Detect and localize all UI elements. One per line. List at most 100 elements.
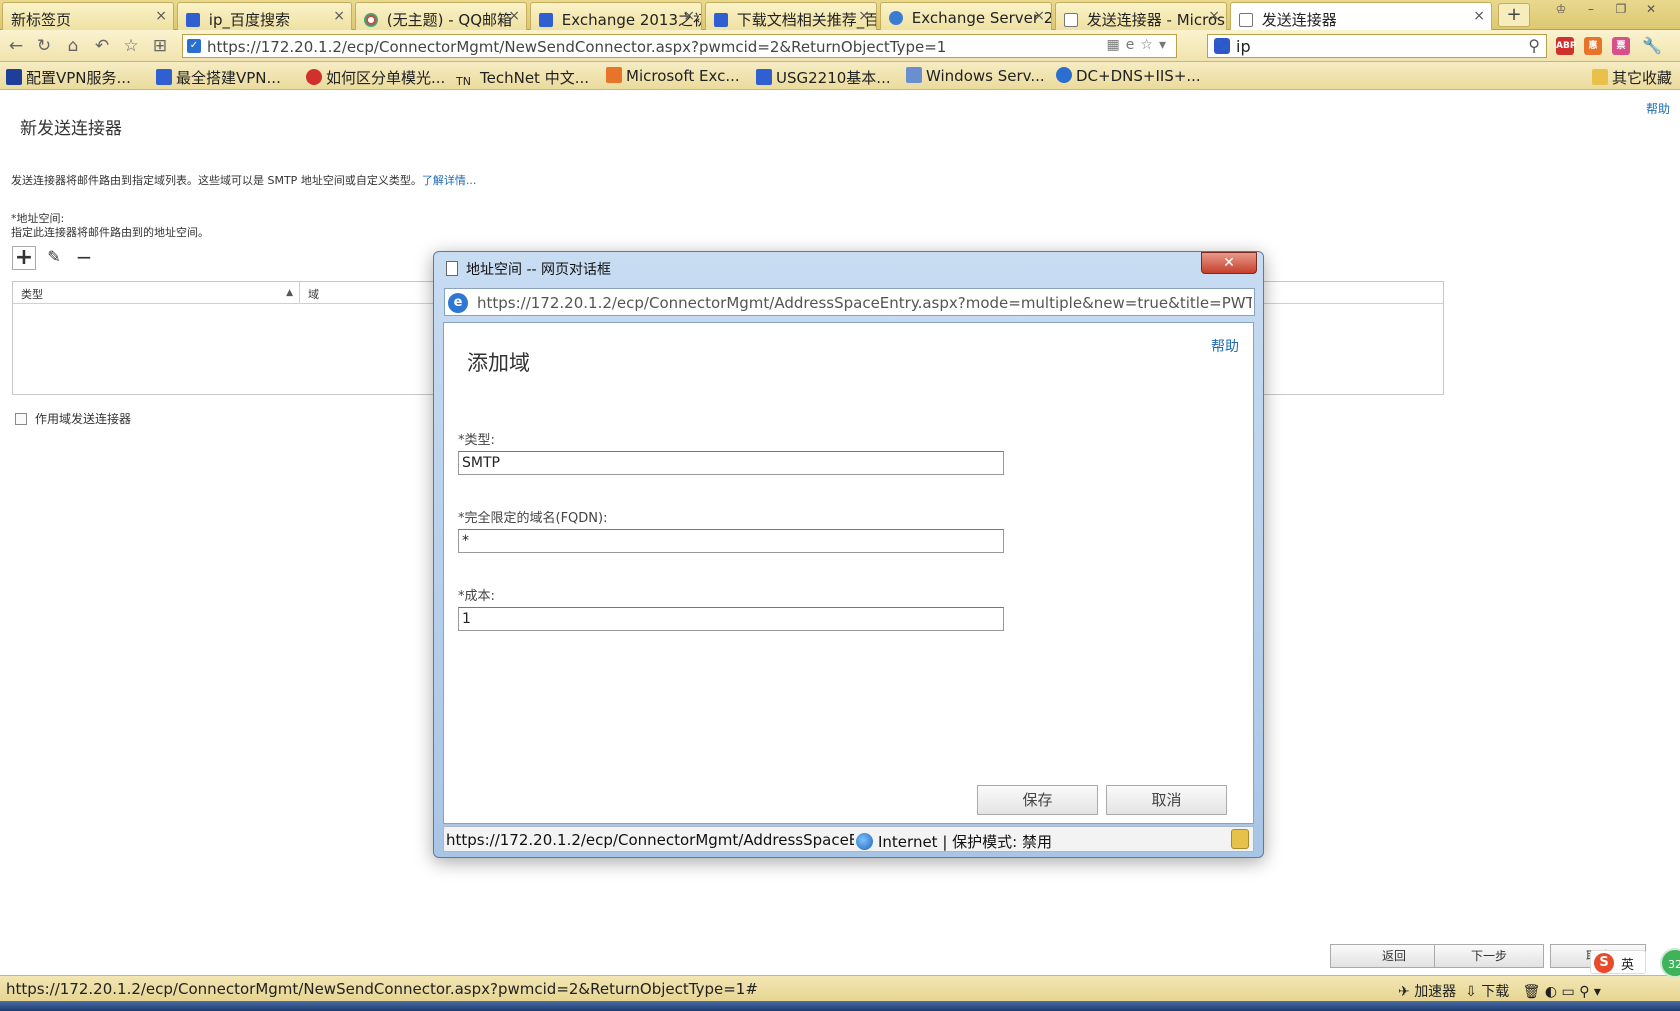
bookmark-star-icon[interactable]: ☆ [1140,37,1159,53]
apps-grid-icon[interactable]: ⊞ [149,35,171,57]
column-label: 域 [308,288,319,301]
remove-icon[interactable]: − [72,246,96,270]
next-button[interactable]: 下一步 [1434,944,1544,968]
ie-mode-icon[interactable]: e [1126,37,1141,53]
bookmark-item[interactable]: DC+DNS+IIS+... [1056,67,1201,85]
dialog-titlebar: 地址空间 -- 网页对话框 [446,259,611,279]
close-tab-icon[interactable]: × [683,8,695,24]
lock-icon[interactable] [1231,829,1249,849]
tab-new-tab-page[interactable]: 新标签页 × [2,2,174,30]
dialog-cancel-button[interactable]: 取消 [1106,785,1227,815]
tab-bar: 新标签页 × ip_百度搜索 × (无主题) - QQ邮箱 × Exchange… [0,0,1680,30]
close-tab-icon[interactable]: × [333,8,345,24]
dropdown-arrow-icon[interactable]: ▾ [1159,37,1172,53]
bookmark-item[interactable]: Windows Serv... [906,67,1045,85]
close-tab-icon[interactable]: × [508,8,520,24]
tab-label: (无主题) - QQ邮箱 [386,11,513,29]
minimize-icon[interactable]: – [1580,2,1602,18]
security-zone: Internet | 保护模式: 禁用 [856,831,1052,852]
tab-label: 下载文档相关推荐_百 [736,11,877,29]
globe-icon [856,833,873,850]
status-icons[interactable]: 🗑 ◐ ▭ ⚲ ▾ [1523,984,1601,1000]
vpn-icon [6,69,22,85]
dialog-close-button[interactable]: ✕ [1201,252,1257,274]
ime-language: 英 [1621,958,1635,973]
close-tab-icon[interactable]: × [1208,8,1220,24]
type-input[interactable] [458,451,1004,475]
bookmark-label: TechNet 中文... [480,69,589,87]
tab-download-docs[interactable]: 下载文档相关推荐_百 × [705,2,877,30]
help-link[interactable]: 帮助 [1646,100,1670,117]
close-tab-icon[interactable]: × [858,8,870,24]
download-label[interactable]: 下载 [1481,984,1509,1000]
weibo-icon [306,69,322,85]
bookmark-item[interactable]: 如何区分单模光... [306,67,445,88]
refresh-icon[interactable]: ↻ [33,35,55,57]
dialog-url: https://172.20.1.2/ecp/ConnectorMgmt/Add… [477,294,1252,312]
close-tab-icon[interactable]: × [1473,8,1485,24]
save-button[interactable]: 保存 [977,785,1098,815]
qr-code-icon[interactable]: ▦ [1107,37,1126,53]
dialog-help-link[interactable]: 帮助 [1211,336,1239,356]
skin-icon[interactable]: ♔ [1550,2,1572,18]
close-window-icon[interactable]: ✕ [1640,2,1662,18]
search-input[interactable]: ip [1236,37,1251,56]
tab-qq-mail[interactable]: (无主题) - QQ邮箱 × [355,2,527,30]
baidu-paw-icon: 🐾 [1214,38,1230,54]
adblock-icon[interactable]: ABP [1556,37,1576,55]
tab-exchange-server[interactable]: Exchange Server 20 × [880,2,1052,30]
search-icon[interactable]: ⚲ [1528,36,1540,55]
add-icon[interactable]: + [12,246,36,270]
bookmark-item[interactable]: USG2210基本... [756,67,891,88]
address-actions[interactable]: ▦e☆▾ [1107,37,1172,53]
site-icon [1056,67,1072,83]
bookmark-item[interactable]: Microsoft Exc... [606,67,740,85]
tools-wrench-icon[interactable]: 🔧 [1642,37,1662,55]
globe-icon [889,11,903,25]
extension-icon[interactable]: 惠 [1584,37,1602,55]
fqdn-input[interactable] [458,529,1004,553]
sort-ascending-icon: ▲ [286,288,293,298]
bookmark-item[interactable]: TN TechNet 中文... [456,67,589,91]
edit-pencil-icon[interactable]: ✎ [42,246,66,270]
accelerator-label[interactable]: 加速器 [1414,984,1456,1000]
cost-input[interactable] [458,607,1004,631]
address-space-dialog: 地址空间 -- 网页对话框 ✕ e https://172.20.1.2/ecp… [433,251,1264,858]
close-tab-icon[interactable]: × [1033,8,1045,24]
bookmark-item[interactable]: 配置VPN服务... [6,67,131,88]
learn-more-link[interactable]: 了解详情... [422,174,477,187]
favorite-star-icon[interactable]: ☆ [120,35,142,57]
document-icon [1239,13,1253,27]
accelerator-icon[interactable]: ✈ [1398,984,1410,1000]
column-header-type[interactable]: 类型 ▲ [13,282,300,304]
restore-icon[interactable]: ❐ [1610,2,1632,18]
scoped-connector-checkbox[interactable] [15,413,27,425]
extension-icon[interactable]: 票 [1612,37,1630,55]
ime-indicator[interactable]: S 英 [1590,950,1646,974]
bookmark-label: 其它收藏 [1612,69,1673,87]
close-tab-icon[interactable]: × [155,8,167,24]
download-icon[interactable]: ⇩ [1465,984,1477,1000]
bookmark-label: USG2210基本... [776,69,891,87]
type-label: *类型: [458,433,495,448]
bookmark-item[interactable]: 最全搭建VPN... [156,67,281,88]
home-icon[interactable]: ⌂ [62,35,84,57]
address-url[interactable]: https://172.20.1.2/ecp/ConnectorMgmt/New… [207,38,946,56]
other-bookmarks-folder[interactable]: 其它收藏 [1592,67,1672,88]
tab-send-connector[interactable]: 发送连接器 × [1230,2,1492,30]
bookmark-label: 最全搭建VPN... [176,69,281,87]
scoped-connector-row[interactable]: 作用域发送连接器 [15,410,131,427]
address-bar[interactable]: ✓ https://172.20.1.2/ecp/ConnectorMgmt/N… [182,34,1177,58]
tab-baidu-search[interactable]: ip_百度搜索 × [177,2,352,30]
baidu-paw-icon [186,13,200,27]
search-box[interactable]: 🐾 ip ⚲ [1207,34,1547,58]
tab-send-connector-ms[interactable]: 发送连接器 - Micros × [1055,2,1227,30]
tab-label: 新标签页 [11,11,72,29]
tab-exchange-2013[interactable]: Exchange 2013之初 × [530,2,702,30]
back-icon[interactable]: ← [5,35,27,57]
navigation-bar: ← ↻ ⌂ ↶ ☆ ⊞ ✓ https://172.20.1.2/ecp/Con… [0,30,1680,62]
undo-close-icon[interactable]: ↶ [91,35,113,57]
new-tab-button[interactable]: + [1498,3,1530,27]
sogou-ime-icon: S [1594,953,1614,973]
status-tools: ✈ 加速器 ⇩ 下载 🗑 ◐ ▭ ⚲ ▾ [1398,981,1601,1001]
